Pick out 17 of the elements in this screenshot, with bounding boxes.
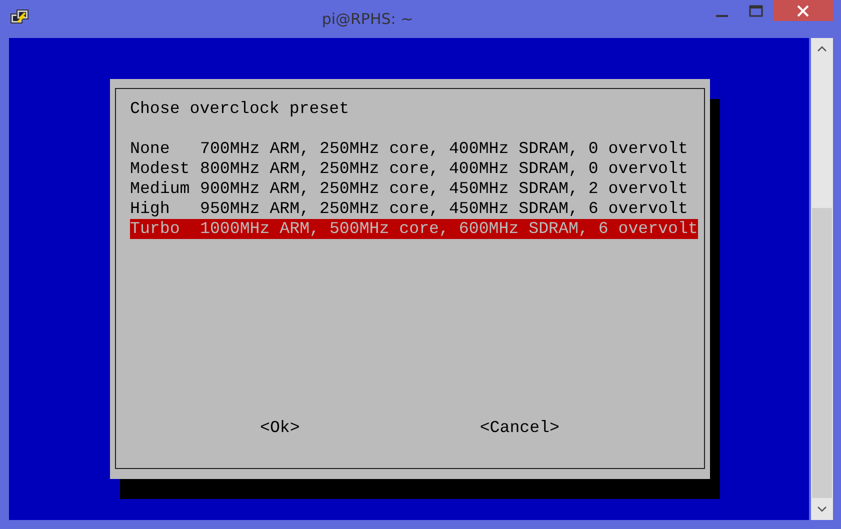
scroll-down-icon[interactable] bbox=[817, 506, 828, 512]
scroll-up-icon[interactable] bbox=[817, 46, 828, 52]
scrollbar-thumb[interactable] bbox=[812, 208, 832, 498]
cancel-button[interactable]: <Cancel> bbox=[480, 418, 560, 438]
menu-option[interactable]: High 950MHz ARM, 250MHz core, 450MHz SDRAM, 6 overvolt bbox=[130, 199, 688, 219]
ok-button[interactable]: <Ok> bbox=[260, 418, 300, 438]
maximize-icon bbox=[749, 4, 763, 16]
menu-option[interactable]: None 700MHz ARM, 250MHz core, 400MHz SDRAM, 0 overvolt bbox=[130, 139, 688, 159]
minimize-icon bbox=[716, 14, 728, 16]
window-title: pi@RPHS: ~ bbox=[320, 10, 414, 28]
menu-option[interactable]: Medium 900MHz ARM, 250MHz core, 450MHz SDRAM, 2 overvolt bbox=[130, 179, 688, 199]
menu-option[interactable]: Modest 800MHz ARM, 250MHz core, 400MHz SDRAM, 0 overvolt bbox=[130, 159, 688, 179]
menu-option[interactable]: Turbo 1000MHz ARM, 500MHz core, 600MHz SDRAM, 6 overvolt bbox=[130, 219, 698, 239]
close-icon bbox=[797, 4, 809, 16]
scrollbar[interactable] bbox=[811, 38, 833, 520]
dialog-title: Chose overclock preset bbox=[130, 99, 350, 119]
close-button[interactable] bbox=[773, 0, 833, 21]
